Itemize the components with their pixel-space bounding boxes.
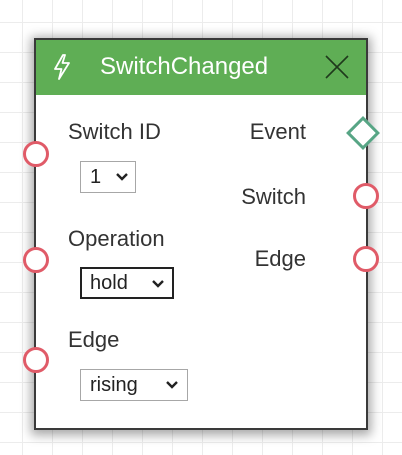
switch-changed-node[interactable]: SwitchChanged Switch ID 1 Operation hold…	[23, 40, 380, 428]
edge-output-label: Edge	[254, 246, 306, 271]
event-output-label: Event	[249, 119, 306, 144]
switch-output-label: Switch	[241, 184, 306, 209]
switch-id-input-port[interactable]	[23, 141, 49, 167]
edge-input-label: Edge	[68, 327, 120, 352]
edge-input-port[interactable]	[23, 347, 49, 373]
event-output-port[interactable]	[346, 116, 380, 150]
operation-label: Operation	[68, 226, 165, 251]
edge-output-port[interactable]	[353, 246, 379, 272]
operation-value: hold	[90, 272, 128, 294]
switch-id-label: Switch ID	[68, 119, 161, 144]
edge-select[interactable]: rising	[80, 369, 188, 401]
operation-select[interactable]: hold	[80, 267, 174, 299]
switch-output-port[interactable]	[353, 183, 379, 209]
lightning-bolt-icon	[54, 54, 70, 80]
chevron-down-icon	[152, 280, 164, 288]
chevron-down-icon	[166, 381, 178, 389]
node-title: SwitchChanged	[100, 53, 269, 80]
switch-id-select[interactable]: 1	[80, 161, 136, 193]
switch-id-value: 1	[90, 166, 102, 188]
node-header[interactable]: SwitchChanged	[36, 40, 366, 95]
operation-input-port[interactable]	[23, 247, 49, 273]
chevron-down-icon	[116, 173, 128, 181]
close-icon[interactable]	[324, 54, 350, 80]
edge-value: rising	[90, 374, 138, 396]
